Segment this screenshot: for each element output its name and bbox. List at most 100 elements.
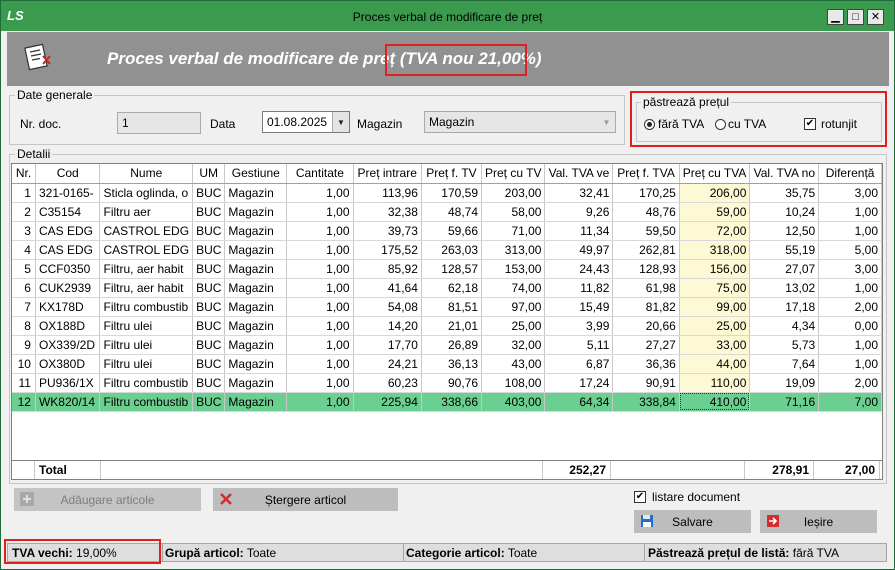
- col-nume-cell: Filtru combustib: [99, 392, 194, 412]
- col-cantitate-cell: 1,00: [286, 392, 354, 412]
- fara-tva-radio[interactable]: [644, 119, 655, 130]
- col-um-header[interactable]: UM: [192, 164, 226, 184]
- col-pret-fara-tva-nou-cell: 90,91: [612, 373, 680, 393]
- col-gestiune-header[interactable]: Gestiune: [224, 164, 288, 184]
- col-nume-cell: CASTROL EDG: [99, 221, 194, 241]
- document-edit-icon: [24, 43, 51, 71]
- col-pret-fara-tva-vechi-cell: 48,74: [421, 202, 483, 222]
- col-nr-cell: 11: [12, 373, 36, 393]
- table-row[interactable]: 11 PU936/1X Filtru combustib BUC Magazin 1,00…: [12, 373, 882, 393]
- col-nr-cell: 10: [12, 354, 36, 374]
- table-row[interactable]: 10 OX380D Filtru ulei BUC Magazin 1,00 24,21 36…: [12, 354, 882, 374]
- listare-checkbox[interactable]: ✔: [634, 491, 646, 503]
- total-val-tva-nou: 278,91: [745, 461, 814, 479]
- close-button[interactable]: ✕: [867, 9, 884, 25]
- maximize-button[interactable]: □: [847, 9, 864, 25]
- pastreaza-label: Păstrează prețul de listă:: [648, 546, 790, 560]
- listare-label[interactable]: listare document: [652, 490, 740, 504]
- col-pret-cu-tva-nou-cell[interactable]: 75,00: [679, 278, 751, 298]
- col-nr-header[interactable]: Nr.: [12, 164, 36, 184]
- rotunjit-checkbox[interactable]: ✔: [804, 118, 816, 130]
- col-pret-cu-tva-nou-cell[interactable]: 156,00: [679, 259, 751, 279]
- col-diferenta-cell: 2,00: [818, 297, 882, 317]
- col-gestiune-cell: Magazin: [224, 335, 288, 355]
- magazin-select[interactable]: Magazin ▼: [424, 111, 616, 133]
- col-pret-cu-tva-nou-cell[interactable]: 206,00: [679, 183, 751, 203]
- magazin-label: Magazin: [357, 117, 403, 131]
- table-row[interactable]: 7 KX178D Filtru combustib BUC Magazin 1,00 54,…: [12, 297, 882, 317]
- magazin-dropdown-icon[interactable]: ▼: [598, 112, 615, 132]
- col-cantitate-header[interactable]: Cantitate: [286, 164, 354, 184]
- col-val-tva-vechi-cell: 64,34: [544, 392, 614, 412]
- rotunjit-label[interactable]: rotunjit: [821, 117, 857, 131]
- col-cantitate-cell: 1,00: [286, 240, 354, 260]
- total-blank: [101, 461, 543, 479]
- table-row[interactable]: 2 C35154 Filtru aer BUC Magazin 1,00 32,38 48,7…: [12, 202, 882, 222]
- col-diferenta-header[interactable]: Diferență: [818, 164, 882, 184]
- exit-button[interactable]: Ieșire: [760, 510, 877, 533]
- fara-tva-label[interactable]: fără TVA: [658, 117, 704, 131]
- col-pret-fara-tva-nou-cell: 20,66: [612, 316, 680, 336]
- col-pret-cu-tva-nou-cell[interactable]: 99,00: [679, 297, 751, 317]
- delete-article-button[interactable]: Ștergere articol: [213, 488, 398, 511]
- cu-tva-label[interactable]: cu TVA: [728, 117, 766, 131]
- table-row[interactable]: 1 321-0165- Sticla oglinda, o BUC Magazin 1,0…: [12, 183, 882, 203]
- col-val-tva-nou-cell: 27,07: [749, 259, 820, 279]
- col-pret-cu-tva-nou-cell[interactable]: 33,00: [679, 335, 751, 355]
- nr-doc-label: Nr. doc.: [20, 117, 62, 131]
- total-label: Total: [35, 461, 101, 479]
- col-cantitate-cell: 1,00: [286, 259, 354, 279]
- data-label: Data: [210, 117, 236, 131]
- col-pret-cu-tva-nou-cell[interactable]: 72,00: [679, 221, 751, 241]
- details-label: Detalii: [15, 147, 53, 161]
- col-nume-header[interactable]: Nume: [99, 164, 194, 184]
- nr-doc-field[interactable]: 1: [117, 112, 201, 134]
- table-row[interactable]: 8 OX188D Filtru ulei BUC Magazin 1,00 14,20 21,…: [12, 316, 882, 336]
- col-pret-cu-tva-nou-cell[interactable]: 410,00: [679, 392, 751, 412]
- add-articles-button[interactable]: Adăugare articole: [14, 488, 201, 511]
- col-pret-cu-tva-nou-cell[interactable]: 44,00: [679, 354, 751, 374]
- pastreaza-value: fără TVA: [792, 546, 839, 560]
- col-val-tva-vechi-cell: 5,11: [544, 335, 614, 355]
- col-um-cell: BUC: [192, 259, 226, 279]
- col-pret-fara-tva-nou-cell: 81,82: [612, 297, 680, 317]
- x-icon: [220, 493, 232, 505]
- col-nume-cell: CASTROL EDG: [99, 240, 194, 260]
- table-row[interactable]: 12 WK820/14 Filtru combustib BUC Magazin 1,00…: [12, 392, 882, 412]
- col-pret-cu-tva-vechi-cell: 108,00: [481, 373, 546, 393]
- details-grid[interactable]: Nr. Cod Nume UM Gestiune Cantitate Preț intrar…: [11, 163, 883, 480]
- date-field[interactable]: 01.08.2025 ▼: [262, 111, 350, 133]
- table-row[interactable]: 6 CUK2939 Filtru, aer habit BUC Magazin 1,00 4…: [12, 278, 882, 298]
- col-val-tva-vechi-header[interactable]: Val. TVA ve: [544, 164, 614, 184]
- col-pret-cu-tva-vechi-header[interactable]: Preț cu TV: [481, 164, 546, 184]
- save-button[interactable]: Salvare: [634, 510, 751, 533]
- minimize-button[interactable]: ▁: [827, 9, 844, 25]
- col-cod-cell: WK820/14: [35, 392, 101, 412]
- col-pret-cu-tva-nou-cell[interactable]: 25,00: [679, 316, 751, 336]
- col-cod-cell: CUK2939: [35, 278, 101, 298]
- table-row[interactable]: 9 OX339/2D Filtru ulei BUC Magazin 1,00 17,70 2…: [12, 335, 882, 355]
- col-pret-intrare-header[interactable]: Preț intrare: [353, 164, 422, 184]
- col-pret-fara-tva-nou-cell: 170,25: [612, 183, 680, 203]
- col-cod-header[interactable]: Cod: [35, 164, 101, 184]
- table-row[interactable]: 5 CCF0350 Filtru, aer habit BUC Magazin 1,00 8…: [12, 259, 882, 279]
- table-row[interactable]: 4 CAS EDG CASTROL EDG BUC Magazin 1,00 175,52 2…: [12, 240, 882, 260]
- cu-tva-radio[interactable]: [715, 119, 726, 130]
- grupa-value: Toate: [246, 546, 277, 560]
- col-pret-cu-tva-nou-cell[interactable]: 110,00: [679, 373, 751, 393]
- col-pret-fara-tva-vechi-header[interactable]: Preț f. TV: [421, 164, 483, 184]
- col-pret-cu-tva-nou-cell[interactable]: 318,00: [679, 240, 751, 260]
- date-dropdown-icon[interactable]: ▼: [332, 112, 349, 132]
- details-table: Nr. Cod Nume UM Gestiune Cantitate Preț intrar…: [12, 164, 882, 412]
- col-val-tva-nou-header[interactable]: Val. TVA no: [749, 164, 820, 184]
- col-cantitate-cell: 1,00: [286, 373, 354, 393]
- col-diferenta-cell: 1,00: [818, 354, 882, 374]
- table-row[interactable]: 3 CAS EDG CASTROL EDG BUC Magazin 1,00 39,73 59…: [12, 221, 882, 241]
- date-value: 01.08.2025: [267, 115, 328, 129]
- col-nr-cell: 9: [12, 335, 36, 355]
- col-pret-cu-tva-vechi-cell: 43,00: [481, 354, 546, 374]
- col-um-cell: BUC: [192, 278, 226, 298]
- col-pret-cu-tva-nou-cell[interactable]: 59,00: [679, 202, 751, 222]
- col-pret-cu-tva-nou-header[interactable]: Preț cu TVA: [679, 164, 751, 184]
- col-pret-fara-tva-nou-header[interactable]: Preț f. TVA: [612, 164, 680, 184]
